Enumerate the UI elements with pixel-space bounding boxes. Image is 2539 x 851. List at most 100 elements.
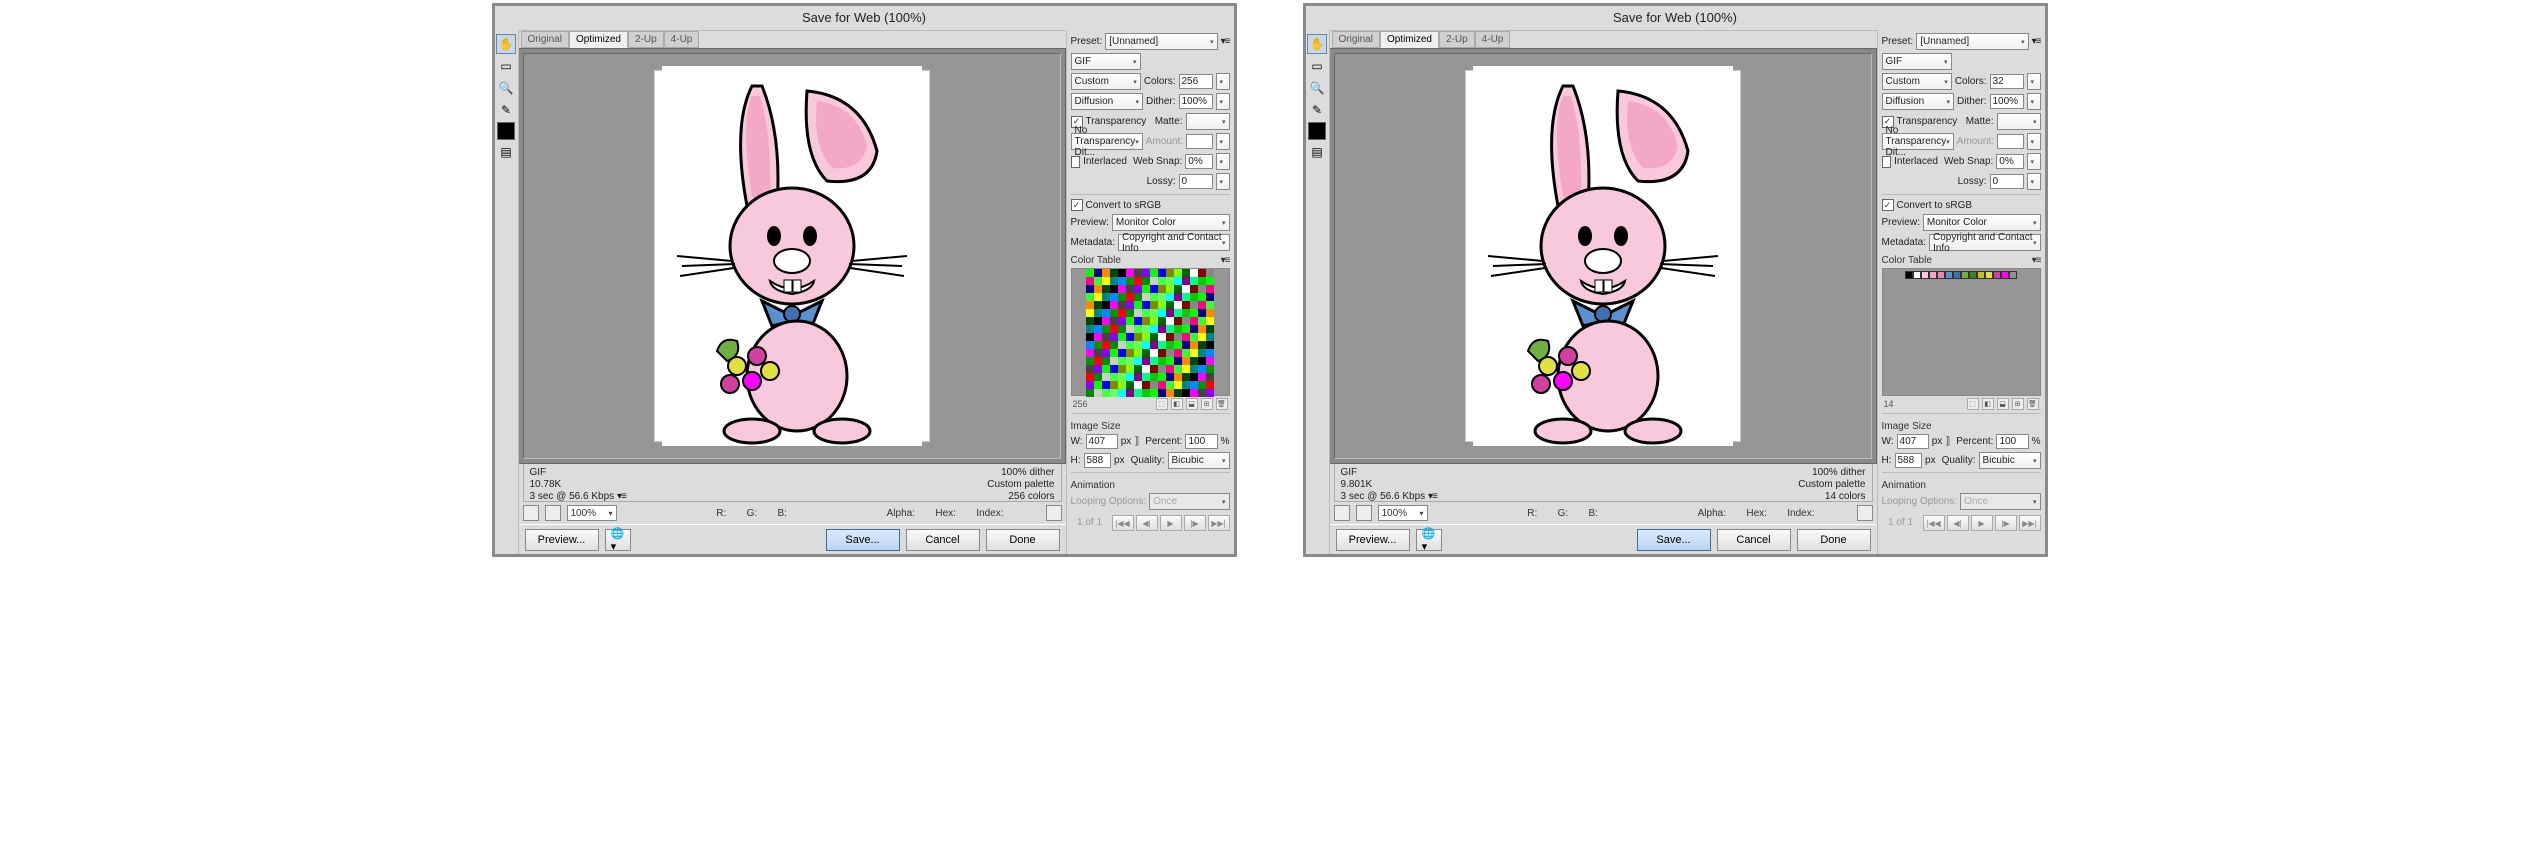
interlaced-checkbox[interactable]: [1882, 156, 1892, 168]
ct-delete-icon[interactable]: 🗑: [1216, 398, 1228, 410]
color-table[interactable]: [1071, 268, 1230, 396]
zoom-in-icon[interactable]: [545, 505, 561, 521]
height-field[interactable]: 588: [1084, 453, 1112, 468]
constrain-link-icon[interactable]: ⟧: [1134, 436, 1139, 447]
constrain-link-icon[interactable]: ⟧: [1945, 436, 1950, 447]
save-button[interactable]: Save...: [1637, 529, 1711, 551]
websnap-stepper[interactable]: ▾: [2027, 153, 2041, 170]
ct-shift-icon[interactable]: ◧: [1982, 398, 1994, 410]
ct-delete-icon[interactable]: 🗑: [2027, 398, 2039, 410]
cancel-button[interactable]: Cancel: [1717, 529, 1791, 551]
foreground-color-swatch[interactable]: [497, 122, 515, 140]
zoom-tool-icon[interactable]: 🔍: [1307, 78, 1327, 98]
preview-button[interactable]: Preview...: [525, 529, 599, 551]
hand-tool-icon[interactable]: ✋: [1307, 34, 1327, 54]
tab-4up[interactable]: 4-Up: [664, 31, 700, 48]
percent-field[interactable]: 100: [1185, 434, 1217, 449]
preview-image[interactable]: [654, 70, 930, 442]
color-reduction-select[interactable]: Custom▾: [1071, 73, 1141, 90]
format-select[interactable]: GIF▾: [1882, 53, 1952, 70]
tab-original[interactable]: Original: [1332, 31, 1380, 48]
preview-mode-select[interactable]: Monitor Color▾: [1112, 214, 1230, 231]
srgb-checkbox[interactable]: ✓: [1882, 199, 1894, 211]
quality-select[interactable]: Bicubic▾: [1979, 452, 2041, 469]
slice-select-tool-icon[interactable]: ▭: [496, 56, 516, 76]
eyedropper-tool-icon[interactable]: ✎: [1307, 100, 1327, 120]
connection-speed-menu-icon[interactable]: ▾≡: [1428, 491, 1437, 502]
dither-algo-select[interactable]: Diffusion▾: [1071, 93, 1144, 110]
colors-stepper[interactable]: ▾: [2027, 73, 2041, 90]
ct-map-icon[interactable]: ⬓: [1186, 398, 1198, 410]
connection-speed-menu-icon[interactable]: ▾≡: [617, 491, 626, 502]
lossy-field[interactable]: 0: [1179, 174, 1213, 189]
lossy-stepper[interactable]: ▾: [1216, 173, 1230, 190]
metadata-select[interactable]: Copyright and Contact Info▾: [1929, 234, 2041, 251]
transparency-dither-select[interactable]: No Transparency Dit...▾: [1071, 133, 1143, 150]
colors-field[interactable]: 32: [1990, 74, 2024, 89]
ct-map-icon[interactable]: ⬓: [1997, 398, 2009, 410]
toggle-slices-icon[interactable]: ▤: [1307, 142, 1327, 162]
toggle-slices-icon[interactable]: ▤: [496, 142, 516, 162]
metadata-select[interactable]: Copyright and Contact Info▾: [1118, 234, 1230, 251]
ct-shift-icon[interactable]: ◧: [1171, 398, 1183, 410]
matte-select[interactable]: ▾: [1997, 113, 2041, 130]
foreground-color-swatch[interactable]: [1308, 122, 1326, 140]
zoom-level-field[interactable]: 100%▾: [567, 505, 617, 521]
optimize-flyout-menu-icon[interactable]: ▾≡: [1221, 36, 1230, 47]
tab-2up[interactable]: 2-Up: [1439, 31, 1475, 48]
tab-original[interactable]: Original: [521, 31, 569, 48]
tab-2up[interactable]: 2-Up: [628, 31, 664, 48]
lossy-field[interactable]: 0: [1990, 174, 2024, 189]
dither-field[interactable]: 100%: [1179, 94, 1213, 109]
color-table-flyout-icon[interactable]: ▾≡: [1221, 255, 1230, 266]
zoom-level-field[interactable]: 100%▾: [1378, 505, 1428, 521]
lossy-stepper[interactable]: ▾: [2027, 173, 2041, 190]
width-field[interactable]: 407: [1086, 434, 1118, 449]
zoom-out-icon[interactable]: [1334, 505, 1350, 521]
quality-select[interactable]: Bicubic▾: [1168, 452, 1230, 469]
browser-preview-icon[interactable]: 🌐▾: [1416, 529, 1442, 551]
preview-button[interactable]: Preview...: [1336, 529, 1410, 551]
done-button[interactable]: Done: [1797, 529, 1871, 551]
colors-field[interactable]: 256: [1179, 74, 1213, 89]
save-button[interactable]: Save...: [826, 529, 900, 551]
format-select[interactable]: GIF▾: [1071, 53, 1141, 70]
dither-algo-select[interactable]: Diffusion▾: [1882, 93, 1955, 110]
height-field[interactable]: 588: [1895, 453, 1923, 468]
color-table[interactable]: [1882, 268, 2041, 396]
transparency-dither-select[interactable]: No Transparency Dit...▾: [1882, 133, 1954, 150]
preview-image[interactable]: [1465, 70, 1741, 442]
cancel-button[interactable]: Cancel: [906, 529, 980, 551]
interlaced-checkbox[interactable]: [1071, 156, 1081, 168]
zoom-in-icon[interactable]: [1356, 505, 1372, 521]
ct-lock-icon[interactable]: ⬚: [1156, 398, 1168, 410]
preview-mode-select[interactable]: Monitor Color▾: [1923, 214, 2041, 231]
width-field[interactable]: 407: [1897, 434, 1929, 449]
matte-select[interactable]: ▾: [1186, 113, 1230, 130]
zoom-tool-icon[interactable]: 🔍: [496, 78, 516, 98]
eyedropper-tool-icon[interactable]: ✎: [496, 100, 516, 120]
colors-stepper[interactable]: ▾: [1216, 73, 1230, 90]
optimize-flyout-menu-icon[interactable]: ▾≡: [2032, 36, 2041, 47]
tab-optimized[interactable]: Optimized: [1380, 31, 1439, 48]
websnap-field[interactable]: 0%: [1996, 154, 2023, 169]
preset-select[interactable]: [Unnamed]▾: [1105, 33, 1217, 50]
browser-preview-icon[interactable]: 🌐▾: [605, 529, 631, 551]
percent-field[interactable]: 100: [1996, 434, 2028, 449]
hand-tool-icon[interactable]: ✋: [496, 34, 516, 54]
slice-select-tool-icon[interactable]: ▭: [1307, 56, 1327, 76]
color-table-flyout-icon[interactable]: ▾≡: [2032, 255, 2041, 266]
dither-stepper[interactable]: ▾: [2027, 93, 2041, 110]
ct-lock-icon[interactable]: ⬚: [1967, 398, 1979, 410]
dither-field[interactable]: 100%: [1990, 94, 2024, 109]
websnap-field[interactable]: 0%: [1185, 154, 1212, 169]
srgb-checkbox[interactable]: ✓: [1071, 199, 1083, 211]
dither-stepper[interactable]: ▾: [1216, 93, 1230, 110]
ct-new-icon[interactable]: ⊞: [2012, 398, 2024, 410]
websnap-stepper[interactable]: ▾: [1216, 153, 1230, 170]
color-reduction-select[interactable]: Custom▾: [1882, 73, 1952, 90]
preset-select[interactable]: [Unnamed]▾: [1916, 33, 2028, 50]
tab-4up[interactable]: 4-Up: [1475, 31, 1511, 48]
tab-optimized[interactable]: Optimized: [569, 31, 628, 48]
done-button[interactable]: Done: [986, 529, 1060, 551]
